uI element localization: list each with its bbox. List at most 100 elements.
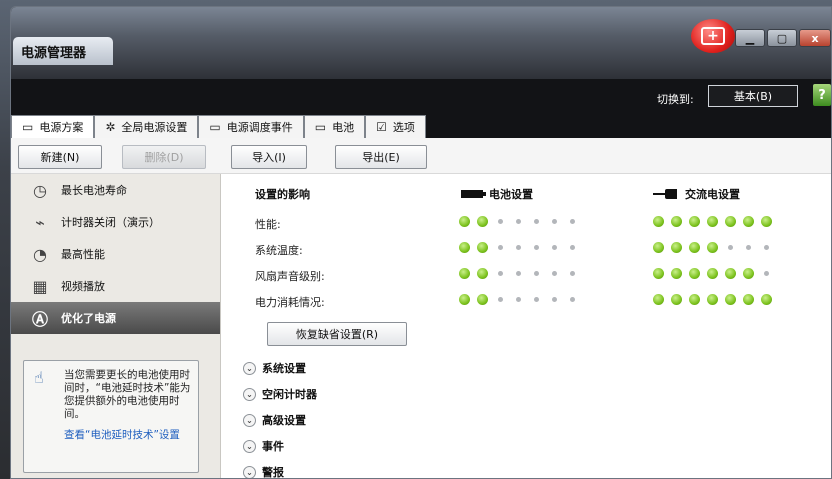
level-dot-filled — [459, 242, 470, 253]
battery-logo-icon: + — [691, 19, 735, 53]
gear-icon: ✲ — [105, 120, 116, 134]
level-dot-empty — [516, 245, 521, 250]
impact-header: 设置的影响 — [255, 188, 310, 201]
plan-sidebar: ◷ 最长电池寿命 ⌁ 计时器关闭（演示） ◔ 最高性能 ▦ 视频播放 Ⓐ 优化了… — [11, 174, 221, 478]
level-dot-empty — [498, 297, 503, 302]
level-dot-filled — [707, 216, 718, 227]
section-label: 警报 — [262, 466, 284, 479]
chevron-down-icon: ⌄ — [243, 361, 256, 375]
level-dot-filled — [459, 294, 470, 305]
level-dot-filled — [459, 268, 470, 279]
ac-level-fan-noise — [653, 268, 772, 279]
plan-label: 优化了电源 — [61, 312, 116, 325]
section-label: 高级设置 — [262, 414, 306, 427]
tab-schedule-events[interactable]: ▭ 电源调度事件 — [198, 115, 304, 138]
maximize-button[interactable]: ▢ — [767, 29, 797, 47]
level-dot-filled — [743, 294, 754, 305]
optimized-power-icon: Ⓐ — [31, 310, 48, 329]
level-dot-filled — [689, 216, 700, 227]
tab-power-plans[interactable]: ▭ 电源方案 — [11, 115, 95, 138]
tab-battery[interactable]: ▭ 电池 — [303, 115, 366, 138]
level-dot-filled — [653, 216, 664, 227]
level-dot-filled — [707, 268, 718, 279]
section-alarms[interactable]: ⌄ 警报 — [243, 464, 284, 479]
level-dot-empty — [746, 245, 751, 250]
level-dot-filled — [477, 242, 488, 253]
plan-item-max-battery[interactable]: ◷ 最长电池寿命 — [11, 174, 220, 206]
plan-label: 视频播放 — [61, 280, 105, 293]
export-button[interactable]: 导出(E) — [335, 145, 427, 169]
close-button[interactable]: x — [799, 29, 831, 47]
plan-item-video[interactable]: ▦ 视频播放 — [11, 270, 220, 302]
ac-level-power-consumption — [653, 294, 772, 305]
level-dot-empty — [570, 219, 575, 224]
level-dot-filled — [761, 294, 772, 305]
level-dot-empty — [498, 271, 503, 276]
minimize-button[interactable]: ▁ — [735, 29, 765, 47]
battery-level-fan-noise — [459, 268, 578, 279]
level-dot-filled — [725, 268, 736, 279]
plan-item-max-performance[interactable]: ◔ 最高性能 — [11, 238, 220, 270]
level-dot-filled — [689, 268, 700, 279]
level-dot-empty — [764, 271, 769, 276]
window-controls: ▁ ▢ x — [735, 29, 831, 47]
hand-pointer-icon: ☝ — [34, 368, 44, 387]
tab-bar: ▭ 电源方案 ✲ 全局电源设置 ▭ 电源调度事件 ▭ 电池 ☑ 选项 — [11, 115, 831, 138]
plan-item-timer-off[interactable]: ⌁ 计时器关闭（演示） — [11, 206, 220, 238]
level-dot-empty — [516, 271, 521, 276]
timer-off-icon: ⌁ — [35, 212, 45, 232]
section-advanced-settings[interactable]: ⌄ 高级设置 — [243, 412, 306, 428]
level-dot-filled — [671, 242, 682, 253]
level-dot-empty — [728, 245, 733, 250]
row-label-performance: 性能: — [255, 218, 281, 231]
battery-life-icon: ◷ — [33, 180, 47, 200]
level-dot-filled — [707, 242, 718, 253]
section-system-settings[interactable]: ⌄ 系统设置 — [243, 360, 306, 376]
battery-icon: ▭ — [314, 120, 327, 134]
level-dot-empty — [570, 245, 575, 250]
toolbar: 切换到: 基本(B) ? — [11, 79, 831, 115]
level-dot-filled — [725, 294, 736, 305]
new-button[interactable]: 新建(N) — [18, 145, 102, 169]
delete-button[interactable]: 删除(D) — [122, 145, 206, 169]
level-dot-filled — [725, 216, 736, 227]
video-icon: ▦ — [32, 276, 48, 296]
restore-defaults-button[interactable]: 恢复缺省设置(R) — [267, 322, 407, 346]
section-idle-timers[interactable]: ⌄ 空闲计时器 — [243, 386, 317, 402]
level-dot-empty — [552, 271, 557, 276]
tab-global-settings[interactable]: ✲ 全局电源设置 — [94, 115, 199, 138]
performance-icon: ◔ — [33, 244, 47, 264]
plan-label: 计时器关闭（演示） — [61, 216, 160, 229]
level-dot-empty — [534, 219, 539, 224]
level-dot-filled — [477, 268, 488, 279]
checkbox-icon: ☑ — [376, 120, 387, 134]
row-label-temperature: 系统温度: — [255, 244, 303, 257]
import-button[interactable]: 导入(I) — [231, 145, 307, 169]
level-dot-filled — [707, 294, 718, 305]
tab-options[interactable]: ☑ 选项 — [365, 115, 426, 138]
tip-text: 当您需要更长的电池使用时间时，“电池延时技术”能为您提供额外的电池使用时间。 — [64, 369, 191, 420]
level-dot-filled — [653, 242, 664, 253]
row-label-power-consumption: 电力消耗情况: — [255, 296, 325, 309]
battery-level-temperature — [459, 242, 578, 253]
level-dot-filled — [653, 268, 664, 279]
battery-settings-header: 电池设置 — [461, 186, 533, 202]
level-dot-filled — [477, 294, 488, 305]
level-dot-filled — [477, 216, 488, 227]
battery-icon — [461, 190, 486, 198]
help-icon[interactable]: ? — [813, 84, 831, 106]
section-label: 空闲计时器 — [262, 388, 317, 401]
section-events[interactable]: ⌄ 事件 — [243, 438, 284, 454]
section-label: 系统设置 — [262, 362, 306, 375]
window-title: 电源管理器 — [13, 37, 113, 65]
schedule-icon: ▭ — [209, 120, 221, 134]
level-dot-empty — [498, 219, 503, 224]
tab-label: 电池 — [332, 121, 355, 134]
plan-label: 最高性能 — [61, 248, 105, 261]
tip-link[interactable]: 查看“电池延时技术”设置 — [64, 429, 192, 442]
level-dot-empty — [534, 297, 539, 302]
switch-basic-button[interactable]: 基本(B) — [708, 85, 798, 107]
chevron-down-icon: ⌄ — [243, 439, 256, 453]
tab-label: 电源调度事件 — [226, 121, 293, 134]
plan-item-optimized[interactable]: Ⓐ 优化了电源 — [11, 302, 220, 334]
